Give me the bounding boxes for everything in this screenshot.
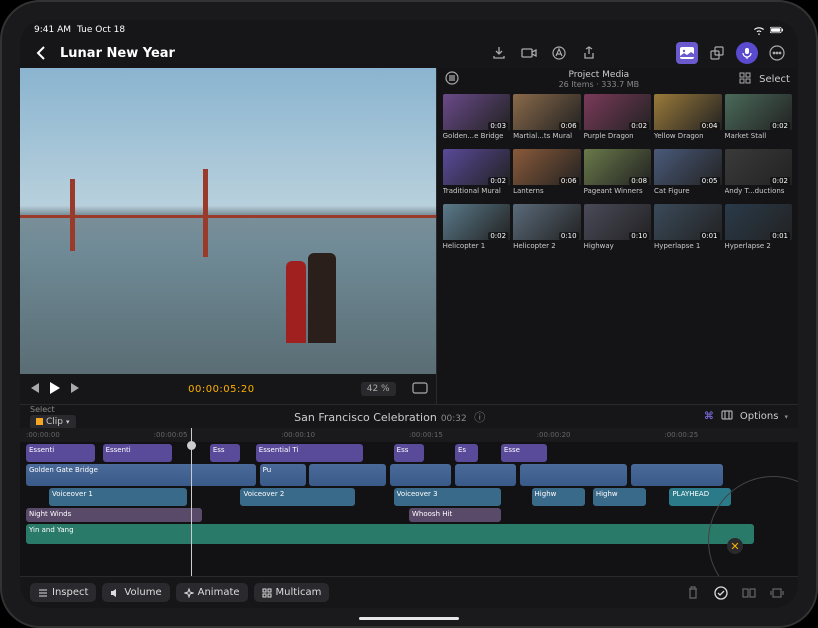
volume-button[interactable]: Volume [102, 583, 169, 602]
media-clip[interactable]: 0:01Hyperlapse 2 [725, 204, 792, 256]
media-clip[interactable]: 0:05Cat Figure [654, 149, 721, 201]
media-clip[interactable]: 0:02Traditional Mural [443, 149, 510, 201]
primary-storyline[interactable]: Golden Gate Bridge Pu [26, 464, 792, 486]
content-library-button[interactable] [706, 42, 728, 64]
split-button[interactable] [738, 587, 760, 599]
timeline-header: Select Clip▾ San Francisco Celebration00… [20, 404, 798, 428]
browser-select-button[interactable]: Select [759, 74, 790, 85]
trim-button[interactable] [766, 587, 788, 599]
music-track[interactable]: Yin and Yang [26, 524, 792, 544]
timeline-project-name: San Francisco Celebration00:32 ⓘ [294, 409, 485, 425]
bottom-toolbar: Inspect Volume Animate Multicam [20, 576, 798, 608]
top-toolbar: Lunar New Year [20, 38, 798, 68]
zoom-level[interactable]: 42 % [361, 382, 396, 396]
delete-button[interactable] [682, 586, 704, 600]
back-button[interactable] [30, 42, 52, 64]
play-button[interactable] [50, 382, 60, 397]
media-grid: 0:03Golden...e Bridge0:06Martial...ts Mu… [437, 90, 798, 404]
title-clip[interactable]: Essenti [103, 444, 172, 462]
media-clip[interactable]: 0:08Pageant Winners [584, 149, 651, 201]
connected-audio-track[interactable]: Voiceover 1 Voiceover 2 Voiceover 3 High… [26, 488, 792, 506]
grid-view-button[interactable] [739, 72, 751, 87]
viewer-panel: 00:00:05:20 42 % [20, 68, 437, 404]
media-clip[interactable]: 0:06Lanterns [513, 149, 580, 201]
playhead[interactable] [191, 428, 192, 576]
timeline-select-label: Select [30, 405, 76, 414]
text-style-button[interactable] [548, 42, 570, 64]
options-button[interactable]: Options [740, 411, 779, 422]
tool-selector[interactable]: Clip▾ [30, 415, 76, 429]
media-browser: Project Media 26 Items · 333.7 MB Select… [437, 68, 798, 404]
media-clip[interactable]: 0:03Golden...e Bridge [443, 94, 510, 146]
main-split: 00:00:05:20 42 % Project Media 26 Items … [20, 68, 798, 404]
browser-subtitle: 26 Items · 333.7 MB [559, 80, 640, 89]
media-clip[interactable]: 0:10Highway [584, 204, 651, 256]
status-time: 9:41 AM [34, 25, 71, 35]
animate-button[interactable]: Animate [176, 583, 248, 602]
ipad-frame: 9:41 AM Tue Oct 18 Lunar New Year 00:00:… [0, 0, 818, 628]
share-button[interactable] [578, 42, 600, 64]
title-clip[interactable]: Ess [394, 444, 425, 462]
media-clip[interactable]: 0:04Yellow Dragon [654, 94, 721, 146]
media-clip[interactable]: 0:06Martial...ts Mural [513, 94, 580, 146]
media-clip[interactable]: 0:02Helicopter 1 [443, 204, 510, 256]
title-clip[interactable]: Esse [501, 444, 547, 462]
voiceover-button[interactable] [736, 42, 758, 64]
titles-track[interactable]: Essenti Essenti Ess Essential Ti Ess Es Esse [26, 444, 792, 462]
media-clip[interactable]: 0:02Market Stall [725, 94, 792, 146]
media-clip[interactable]: 0:02Andy T...ductions [725, 149, 792, 201]
link-button[interactable]: ⌘ [704, 411, 714, 422]
browser-menu-button[interactable] [445, 71, 459, 88]
camera-button[interactable] [518, 42, 540, 64]
project-title: Lunar New Year [60, 46, 175, 61]
next-frame-button[interactable] [70, 383, 82, 396]
multicam-button[interactable]: Multicam [254, 583, 330, 602]
media-browser-button[interactable] [676, 42, 698, 64]
media-clip[interactable]: 0:10Helicopter 2 [513, 204, 580, 256]
video-clip[interactable]: Golden Gate Bridge [26, 464, 256, 486]
title-clip[interactable]: Ess [210, 444, 241, 462]
enable-button[interactable] [710, 586, 732, 600]
viewer-canvas[interactable] [20, 68, 436, 374]
status-bar: 9:41 AM Tue Oct 18 [20, 20, 798, 38]
more-button[interactable] [766, 42, 788, 64]
media-clip[interactable]: 0:01Hyperlapse 1 [654, 204, 721, 256]
prev-frame-button[interactable] [28, 383, 40, 396]
timeline[interactable]: :00:00:00:00:00:05:00:00:10:00:00:15:00:… [20, 428, 798, 576]
title-clip[interactable]: Essential Ti [256, 444, 363, 462]
screen: 9:41 AM Tue Oct 18 Lunar New Year 00:00:… [20, 20, 798, 608]
snapping-button[interactable] [720, 409, 734, 424]
import-button[interactable] [488, 42, 510, 64]
transport-bar: 00:00:05:20 42 % [20, 374, 436, 404]
browser-title: Project Media [559, 70, 640, 80]
status-date: Tue Oct 18 [77, 25, 125, 35]
title-clip[interactable]: Essenti [26, 444, 95, 462]
display-options-button[interactable] [412, 382, 428, 397]
inspect-button[interactable]: Inspect [30, 583, 96, 602]
media-clip[interactable]: 0:02Purple Dragon [584, 94, 651, 146]
wifi-icon [752, 25, 766, 35]
battery-icon [770, 25, 784, 35]
timecode-display[interactable]: 00:00:05:20 [188, 384, 255, 395]
sfx-track[interactable]: Night Winds Whoosh Hit [26, 508, 792, 522]
title-clip[interactable]: Es [455, 444, 478, 462]
timeline-ruler[interactable]: :00:00:00:00:00:05:00:00:10:00:00:15:00:… [20, 428, 798, 442]
info-icon[interactable]: ⓘ [474, 411, 485, 424]
